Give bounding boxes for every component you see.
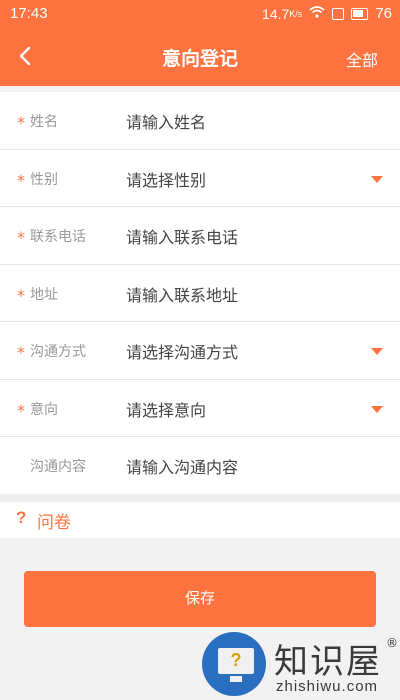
field-gender[interactable]: * 性别 请选择性别 bbox=[0, 149, 400, 207]
field-phone[interactable]: * 联系电话 请输入联系电话 bbox=[0, 207, 400, 265]
required-mark: * bbox=[17, 285, 25, 305]
network-speed: 14.7K/s bbox=[262, 5, 303, 22]
field-contact-method[interactable]: * 沟通方式 请选择沟通方式 bbox=[0, 322, 400, 380]
field-label: 姓名 bbox=[30, 114, 58, 130]
field-address[interactable]: * 地址 请输入联系地址 bbox=[0, 264, 400, 322]
registered-mark: ® bbox=[386, 636, 398, 650]
field-label: 联系电话 bbox=[30, 229, 86, 245]
battery-level: 76 bbox=[375, 5, 392, 22]
field-label: 地址 bbox=[30, 286, 58, 303]
required-mark: * bbox=[17, 170, 25, 190]
field-content[interactable]: 沟通内容 请输入沟通内容 bbox=[0, 437, 400, 495]
wifi-icon bbox=[309, 5, 325, 22]
battery-icon bbox=[351, 7, 369, 20]
required-mark: * bbox=[17, 343, 25, 362]
status-bar: 17:43 14.7K/s 76 bbox=[0, 0, 400, 28]
field-label: 沟通内容 bbox=[30, 459, 86, 475]
dropdown-arrow-icon[interactable] bbox=[371, 405, 383, 413]
required-mark: * bbox=[17, 113, 25, 132]
watermark-logo: ? 知识屋 ® zhishiwu.com bbox=[200, 630, 400, 700]
dropdown-arrow-icon[interactable] bbox=[371, 175, 383, 183]
watermark-brand: 知识屋 bbox=[274, 642, 382, 682]
required-mark: * bbox=[17, 228, 25, 247]
field-label: 性别 bbox=[30, 171, 58, 188]
status-right: 14.7K/s 76 bbox=[262, 5, 392, 22]
save-button[interactable]: 保存 bbox=[24, 571, 376, 627]
required-mark: * bbox=[17, 400, 25, 420]
all-button[interactable]: 全部 bbox=[346, 47, 378, 71]
phone-input[interactable]: 请输入联系电话 bbox=[126, 224, 238, 248]
field-intention[interactable]: * 意向 请选择意向 bbox=[0, 379, 400, 437]
header-bar: 意向登记 全部 bbox=[0, 28, 400, 86]
question-icon: ? bbox=[16, 508, 27, 527]
field-label: 意向 bbox=[30, 401, 58, 418]
field-label: 沟通方式 bbox=[30, 344, 86, 360]
questionnaire-label: 问卷 bbox=[37, 513, 71, 533]
monitor-icon: ? bbox=[202, 632, 266, 696]
field-name[interactable]: * 姓名 请输入姓名 bbox=[0, 92, 400, 150]
registration-form: * 姓名 请输入姓名 * 性别 请选择性别 * 联系电话 请输入联系电话 * 地… bbox=[0, 92, 400, 495]
page-title: 意向登记 bbox=[161, 48, 238, 70]
content-input[interactable]: 请输入沟通内容 bbox=[126, 454, 238, 478]
contact-method-select[interactable]: 请选择沟通方式 bbox=[126, 339, 238, 363]
section-divider bbox=[0, 494, 400, 502]
watermark-domain: zhishiwu.com bbox=[276, 678, 379, 695]
questionnaire-link[interactable]: ? 问卷 bbox=[0, 502, 400, 538]
name-input[interactable]: 请输入姓名 bbox=[126, 109, 206, 133]
dropdown-arrow-icon[interactable] bbox=[371, 348, 383, 355]
intention-select[interactable]: 请选择意向 bbox=[126, 397, 206, 421]
screen-icon bbox=[332, 7, 345, 20]
address-input[interactable]: 请输入联系地址 bbox=[126, 282, 238, 306]
status-time: 17:43 bbox=[10, 5, 48, 22]
gender-select[interactable]: 请选择性别 bbox=[126, 167, 206, 191]
